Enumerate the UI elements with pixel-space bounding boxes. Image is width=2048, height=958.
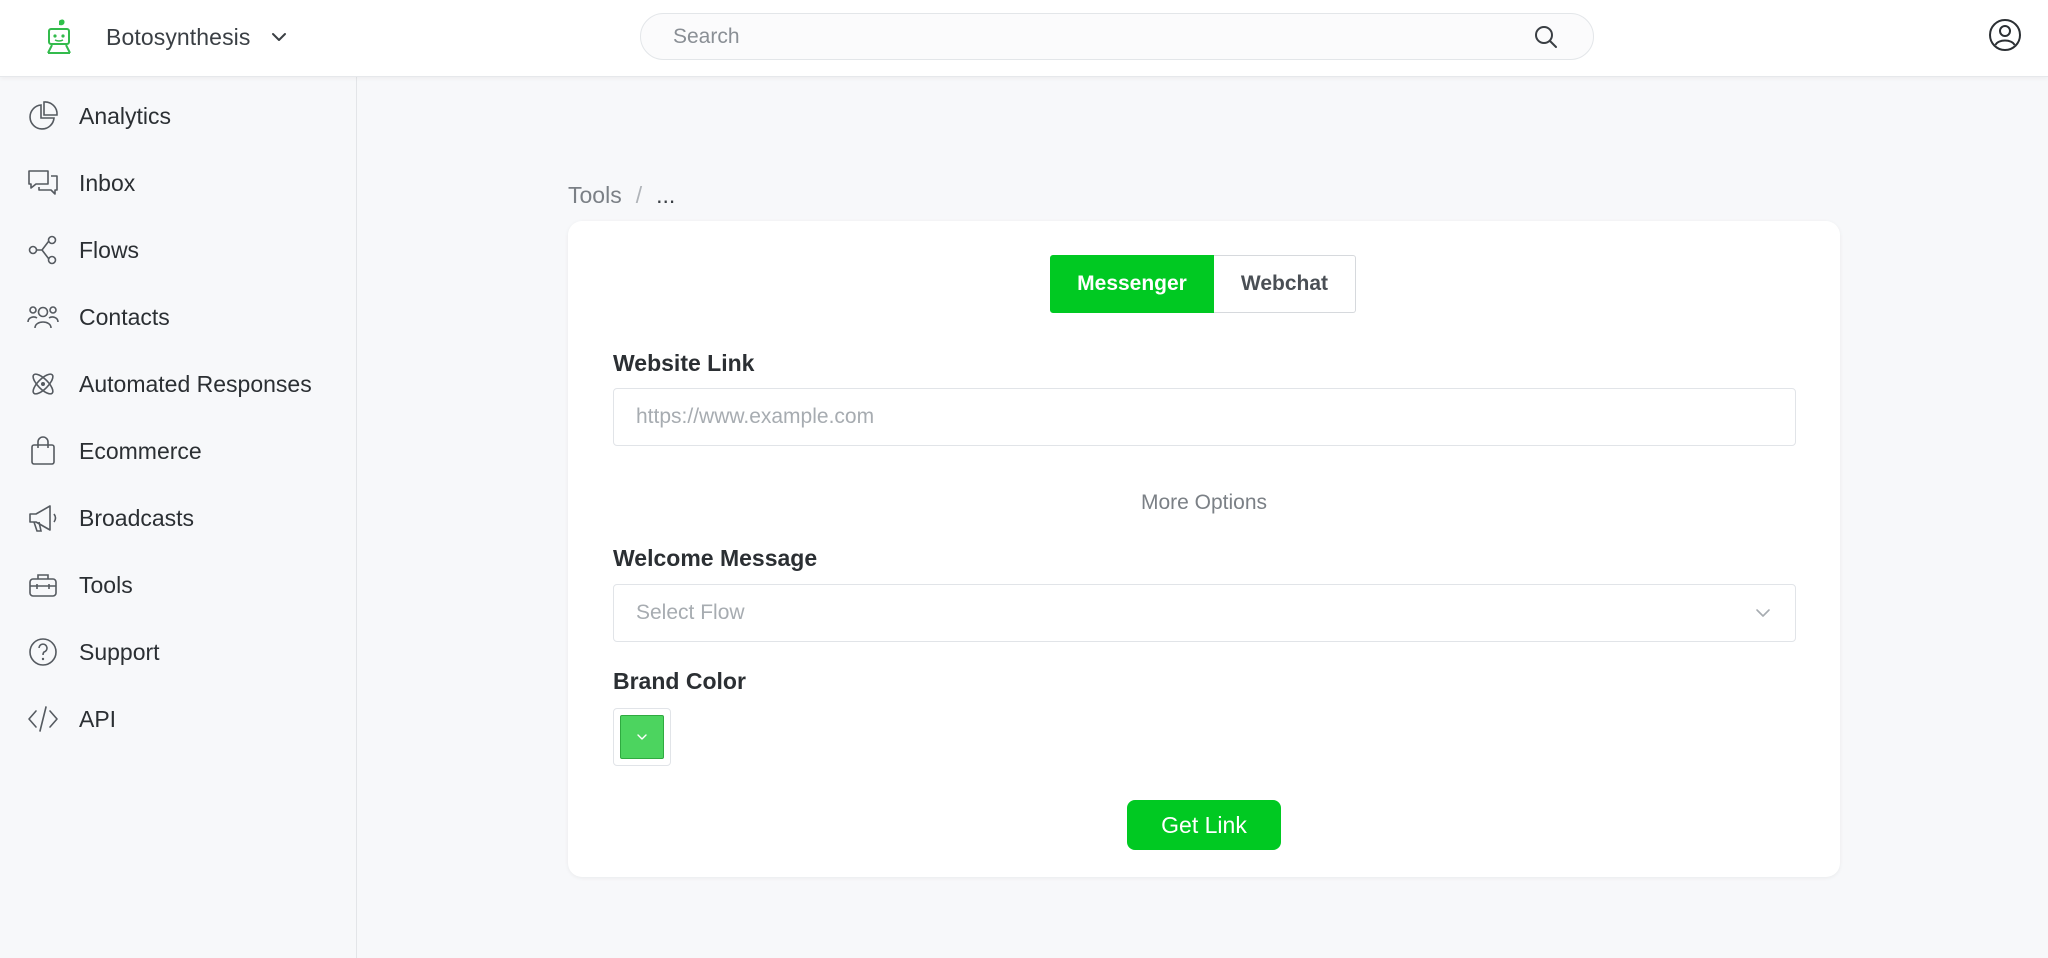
website-link-input[interactable]: [614, 389, 1795, 445]
shopping-bag-icon: [31, 436, 55, 465]
search-bar: [640, 13, 1594, 60]
search-input[interactable]: [641, 14, 1533, 59]
sidebar-item-label: API: [79, 705, 117, 732]
welcome-message-label: Welcome Message: [613, 545, 818, 571]
chevron-down-icon: [1756, 609, 1770, 617]
sidebar-item-api[interactable]: API: [0, 691, 356, 747]
workspace-name: Botosynthesis: [106, 23, 251, 50]
search-icon[interactable]: [1533, 24, 1559, 50]
website-link-label: Website Link: [613, 350, 755, 376]
top-header: Botosynthesis: [0, 0, 2048, 77]
chevron-down-icon: [271, 33, 286, 41]
sidebar-item-analytics[interactable]: Analytics: [0, 88, 356, 144]
sidebar-item-automated-responses[interactable]: Automated Responses: [0, 356, 356, 412]
sidebar-item-ecommerce[interactable]: Ecommerce: [0, 423, 356, 479]
toolbox-icon: [29, 574, 57, 597]
workspace-switcher[interactable]: Botosynthesis: [44, 16, 289, 58]
sidebar-item-label: Automated Responses: [79, 370, 312, 397]
sidebar-item-inbox[interactable]: Inbox: [0, 155, 356, 211]
code-icon: [28, 706, 58, 732]
flow-nodes-icon: [28, 235, 57, 265]
sidebar-item-label: Ecommerce: [79, 437, 202, 464]
pie-chart-icon: [29, 101, 58, 130]
megaphone-icon: [29, 505, 57, 532]
website-link-field: [613, 388, 1796, 446]
welcome-message-select[interactable]: Select Flow: [613, 584, 1796, 642]
sidebar-item-broadcasts[interactable]: Broadcasts: [0, 490, 356, 546]
sidebar-item-label: Tools: [79, 571, 133, 598]
sidebar-item-label: Contacts: [79, 303, 170, 330]
breadcrumb-current: ...: [656, 182, 676, 208]
sidebar-item-label: Inbox: [79, 169, 136, 196]
sidebar-item-label: Analytics: [79, 102, 172, 129]
breadcrumb-link-tools[interactable]: Tools: [568, 182, 622, 209]
get-link-button[interactable]: Get Link: [1127, 800, 1281, 850]
atom-icon: [32, 373, 54, 395]
link-generator-card: Messenger Webchat Website Link More Opti…: [568, 221, 1840, 877]
sidebar-item-contacts[interactable]: Contacts: [0, 289, 356, 345]
color-swatch: [620, 715, 664, 759]
channel-tabs: Messenger Webchat: [1050, 255, 1356, 313]
sidebar-item-tools[interactable]: Tools: [0, 557, 356, 613]
sidebar-item-label: Broadcasts: [79, 504, 195, 531]
bot-logo-icon: [47, 19, 71, 54]
chat-bubbles-icon: [28, 170, 58, 195]
more-options-link[interactable]: More Options: [568, 491, 1840, 515]
tab-messenger[interactable]: Messenger: [1050, 255, 1214, 313]
brand-color-label: Brand Color: [613, 668, 746, 694]
sidebar-item-flows[interactable]: Flows: [0, 222, 356, 278]
brand-color-picker[interactable]: [613, 708, 671, 766]
question-circle-icon: [29, 638, 57, 666]
user-account-icon[interactable]: [1988, 18, 2022, 52]
sidebar-item-label: Support: [79, 638, 160, 665]
tab-webchat[interactable]: Webchat: [1214, 255, 1356, 313]
breadcrumb-separator: /: [635, 182, 643, 208]
people-icon: [27, 306, 59, 329]
sidebar: Analytics Inbox Flows Contacts Automated…: [0, 77, 357, 958]
sidebar-item-label: Flows: [79, 236, 140, 263]
select-flow-placeholder: Select Flow: [636, 601, 745, 624]
sidebar-item-support[interactable]: Support: [0, 624, 356, 680]
chevron-down-icon: [637, 734, 647, 740]
breadcrumb: Tools / ...: [568, 182, 675, 209]
